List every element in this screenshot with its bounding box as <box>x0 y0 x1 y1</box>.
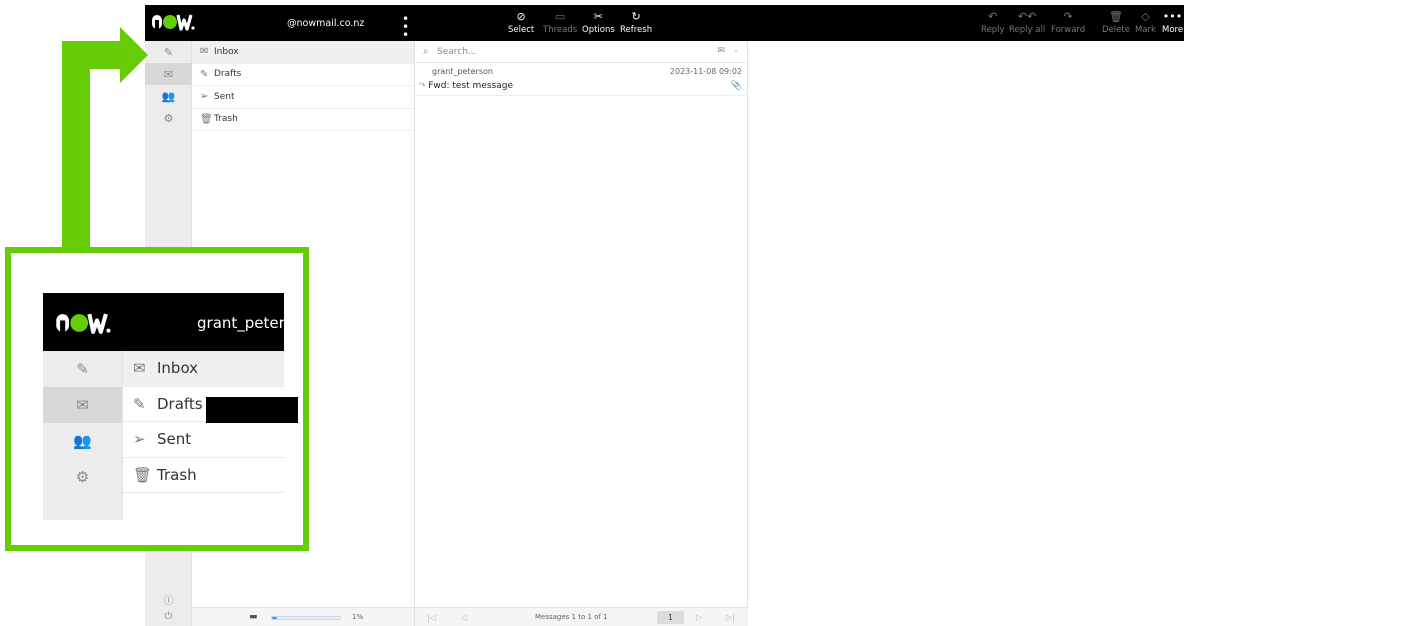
page-number-box[interactable]: 1 <box>657 611 684 624</box>
zoom-callout: grant_peterso ✎ ✉ 👥 ⚙ ✉ Inbox ✎ Drafts ➢… <box>5 247 309 551</box>
threads-icon: ▭ <box>554 10 566 23</box>
message-date: 2023-11-08 09:02 <box>669 67 742 76</box>
message-subject: ↷ Fwd: test message <box>419 81 513 91</box>
quota-fill <box>272 617 278 619</box>
reply-icon: ↶ <box>988 10 998 23</box>
reply-all-icon: ↶↶ <box>1017 10 1037 23</box>
more-button[interactable]: ••• More <box>1162 9 1183 35</box>
webmail-app: @nowmail.co.nz • • • ⊘ Select ▭ Threads ✂ … <box>145 5 1421 626</box>
threads-button[interactable]: ▭ Threads <box>543 9 577 35</box>
next-page-icon[interactable]: ▷ <box>696 613 702 622</box>
last-page-icon[interactable]: ▷| <box>726 613 735 622</box>
folder-inbox[interactable]: ✉ Inbox <box>192 41 414 64</box>
compose-icon: ✎ <box>76 360 89 378</box>
trash-icon: 🗑 <box>200 113 213 125</box>
message-row[interactable]: grant_peterson 2023-11-08 09:02 ↷ Fwd: t… <box>415 63 748 96</box>
zoomed-folder-trash: 🗑 Trash <box>123 458 284 493</box>
message-list: ⌕ ✉ ⌄ grant_peterson 2023-11-08 09:02 ↷ … <box>415 41 748 626</box>
search-bar: ⌕ ✉ ⌄ <box>415 41 747 63</box>
check-circle-icon: ⊘ <box>516 10 526 23</box>
first-page-icon[interactable]: |◁ <box>427 613 436 622</box>
logout-power-icon[interactable]: ⏻ <box>145 611 192 622</box>
zoomed-folder-inbox: ✉ Inbox <box>123 351 284 387</box>
zoomed-folder-list: ✉ Inbox ✎ Drafts ➢ Sent 🗑 Trash <box>122 351 284 520</box>
top-toolbar: @nowmail.co.nz • • • ⊘ Select ▭ Threads ✂ … <box>145 5 1184 41</box>
zoomed-header: grant_peterso <box>43 293 284 351</box>
trash-icon: 🗑 <box>1108 10 1123 23</box>
mail-icon: ✉ <box>43 387 122 423</box>
refresh-button[interactable]: ↻ Refresh <box>620 9 652 35</box>
quota-footer: ▬ 1% <box>192 607 415 626</box>
search-scope-envelope-icon[interactable]: ✉ <box>717 46 725 56</box>
settings-gear-icon: ⚙ <box>75 468 90 486</box>
trash-icon: 🗑 <box>133 465 153 484</box>
reply-button[interactable]: ↶ Reply <box>981 9 1005 35</box>
refresh-icon: ↻ <box>631 10 641 23</box>
now-logo <box>56 313 111 334</box>
envelope-icon: ✉ <box>200 46 209 58</box>
folder-sent[interactable]: ➢ Sent <box>192 86 414 109</box>
tag-icon: ◇ <box>1141 10 1150 23</box>
pager-footer: |◁ ◁ Messages 1 to 1 of 1 1 ▷ ▷| <box>415 607 748 626</box>
zoomed-username: grant_peterso <box>197 314 284 332</box>
storage-drive-icon: ▬ <box>249 612 258 622</box>
quota-percent: 1% <box>352 613 364 621</box>
attachment-paperclip-icon: 📎 <box>730 81 742 91</box>
mark-button[interactable]: ◇ Mark <box>1135 9 1156 35</box>
reply-all-button[interactable]: ↶↶ Reply all <box>1009 9 1045 35</box>
options-icon: ✂ <box>593 10 603 23</box>
folder-drafts[interactable]: ✎ Drafts <box>192 64 414 86</box>
about-info-icon[interactable]: ⓘ <box>145 592 192 607</box>
search-icon[interactable]: ⌕ <box>423 46 429 57</box>
annotation-arrow <box>62 27 148 274</box>
prev-page-icon[interactable]: ◁ <box>461 613 467 622</box>
zoomed-icon-column: ✎ ✉ 👥 ⚙ <box>43 351 122 520</box>
pager-count: Messages 1 to 1 of 1 <box>535 613 608 621</box>
quota-bar <box>271 616 341 620</box>
zoomed-folder-sent: ➢ Sent <box>123 422 284 458</box>
account-email: @nowmail.co.nz <box>287 18 365 29</box>
more-icon: ••• <box>1162 10 1183 23</box>
forwarded-icon: ↷ <box>419 81 429 90</box>
forward-icon: ↷ <box>1063 10 1073 23</box>
contacts-icon: 👥 <box>73 432 92 450</box>
account-menu-icon[interactable]: • • • <box>402 13 409 41</box>
select-button[interactable]: ⊘ Select <box>508 9 534 35</box>
message-from: grant_peterson <box>432 67 493 76</box>
redaction-box <box>206 397 298 423</box>
delete-button[interactable]: 🗑 Delete <box>1102 9 1130 35</box>
options-button[interactable]: ✂ Options <box>582 9 615 35</box>
paper-plane-icon: ➢ <box>200 91 209 103</box>
compose-icon: ✎ <box>133 394 146 413</box>
paper-plane-icon: ➢ <box>133 430 146 449</box>
chevron-down-icon[interactable]: ⌄ <box>733 46 739 54</box>
envelope-icon: ✉ <box>133 359 146 378</box>
folder-trash[interactable]: 🗑 Trash <box>192 109 414 131</box>
forward-button[interactable]: ↷ Forward <box>1051 9 1085 35</box>
compose-icon: ✎ <box>200 68 209 80</box>
search-input[interactable] <box>437 45 697 59</box>
